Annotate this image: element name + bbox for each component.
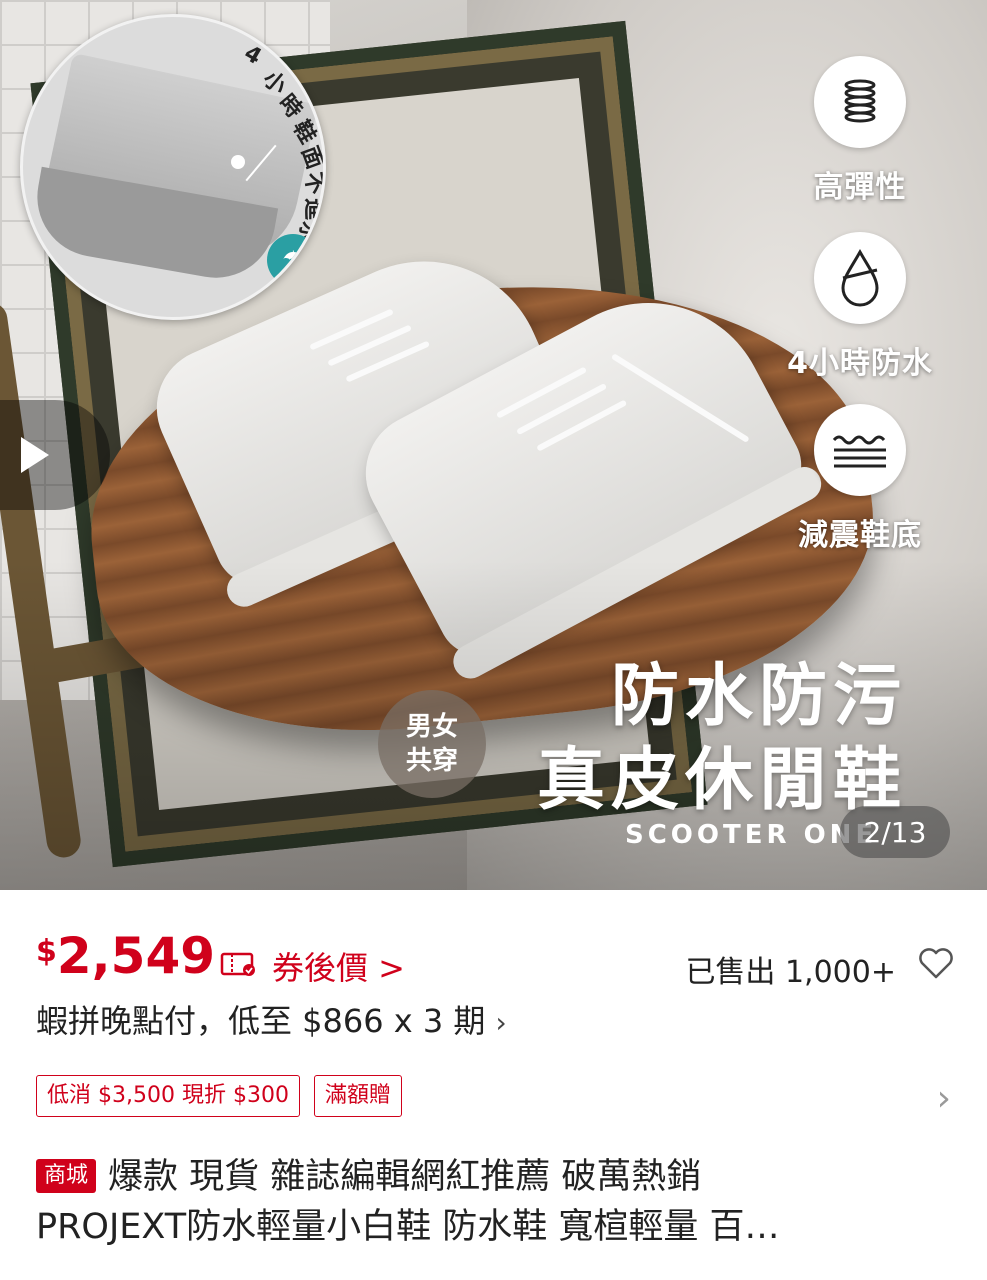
installment-payment-row[interactable]: 蝦拼晚點付，低至 $866 x 3 期 › — [36, 996, 507, 1042]
spring-icon — [814, 56, 906, 148]
water-drop-icon — [814, 232, 906, 324]
feature-label: 4小時防水 — [787, 346, 933, 381]
installment-text: 蝦拼晚點付，低至 $866 x 3 期 — [36, 1002, 486, 1040]
price-row: $2,549 券後價 > 已售出 1,000+ — [36, 925, 956, 991]
play-icon — [21, 437, 49, 473]
magnifier-caption-char: 進 — [301, 197, 326, 221]
image-page-indicator: 2/13 — [840, 806, 950, 858]
feature-label: 減震鞋底 — [798, 518, 922, 553]
promo-tag-discount[interactable]: 低消 $3,500 現折 $300 — [36, 1075, 300, 1117]
feature-high-elasticity: 高彈性 — [760, 56, 960, 206]
feature-waterproof: 4小時防水 — [760, 232, 960, 382]
coupon-icon — [220, 952, 255, 976]
magnifier-caption-char: 不 — [299, 170, 326, 197]
cushion-sole-icon — [814, 404, 906, 496]
title-line1: 爆款 現貨 雜誌編輯網紅推薦 破萬熱銷 — [108, 1157, 702, 1197]
mall-badge: 商城 — [36, 1159, 97, 1193]
product-title: 商城 爆款 現貨 雜誌編輯網紅推薦 破萬熱銷 PROJEXT防水輕量小白鞋 防水鞋… — [36, 1152, 956, 1252]
sold-count: 已售出 1,000+ — [685, 955, 896, 990]
chevron-right-icon: › — [495, 1006, 507, 1039]
heart-icon[interactable] — [916, 943, 956, 983]
product-image-gallery[interactable]: 4 小 時 鞋 面 不 進 水 ☂ 高彈性 4小時防水 減震鞋底 男女 共穿 防… — [0, 0, 987, 890]
chevron-right-icon[interactable]: › — [937, 1078, 951, 1119]
after-coupon-price-link[interactable]: 券後價 > — [272, 943, 405, 989]
product-price: $2,549 — [36, 927, 216, 985]
headline-line2: 真皮休閒鞋 — [536, 741, 907, 820]
magnifier-caption-char: 4 — [239, 40, 266, 71]
feature-label: 高彈性 — [813, 170, 907, 205]
detail-magnifier: 4 小 時 鞋 面 不 進 水 ☂ — [20, 14, 326, 320]
promo-tags: 低消 $3,500 現折 $300 滿額贈 — [36, 1075, 402, 1119]
promo-tag-gift[interactable]: 滿額贈 — [313, 1075, 402, 1117]
umbrella-rain-icon: ☂ — [267, 234, 319, 286]
feature-shock-absorbing-sole: 減震鞋底 — [760, 404, 960, 554]
play-video-button[interactable] — [0, 400, 110, 510]
unisex-badge: 男女 共穿 — [378, 690, 486, 798]
title-line2: PROJEXT防水輕量小白鞋 防水鞋 寬楦輕量 百… — [36, 1207, 780, 1247]
